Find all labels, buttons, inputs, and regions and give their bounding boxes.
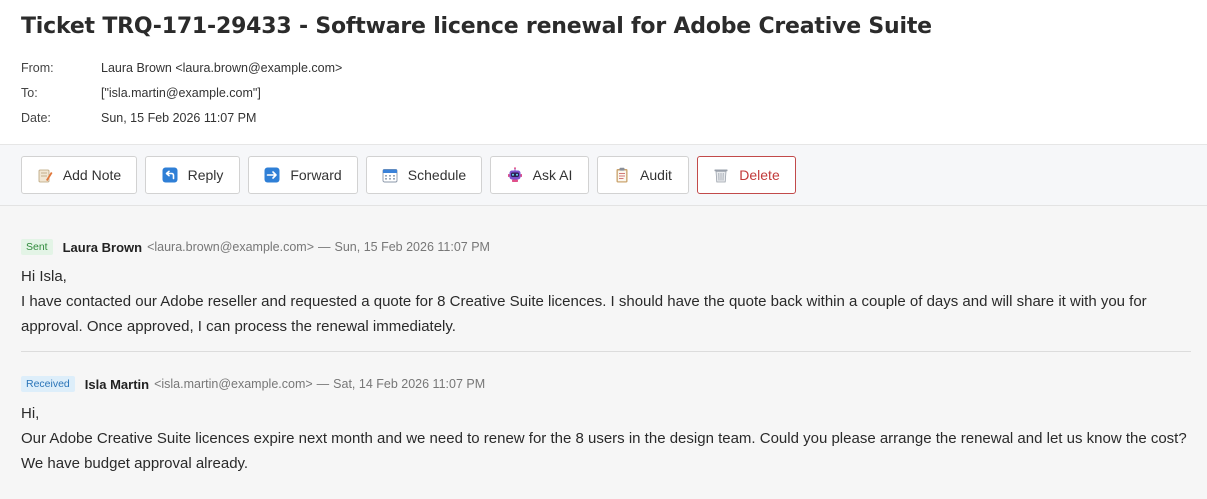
schedule-button[interactable]: Schedule: [366, 156, 482, 194]
message-text: I have contacted our Adobe reseller and …: [21, 293, 1147, 335]
to-label: To:: [21, 85, 38, 100]
from-label: From:: [21, 60, 54, 75]
from-value: Laura Brown <laura.brown@example.com>: [101, 60, 343, 75]
status-badge: Sent: [21, 239, 53, 255]
separator-dash: —: [316, 377, 330, 391]
message-greeting: Hi,: [21, 405, 40, 422]
clipboard-icon: [614, 167, 630, 183]
ticket-header: Ticket TRQ-171-29433 - Software licence …: [0, 0, 1207, 145]
audit-button[interactable]: Audit: [597, 156, 689, 194]
to-value: ["isla.martin@example.com"]: [101, 85, 261, 100]
audit-label: Audit: [640, 167, 672, 183]
note-pencil-icon: [37, 167, 53, 183]
reply-button[interactable]: Reply: [145, 156, 240, 194]
to-row: To: ["isla.martin@example.com"]: [21, 80, 1186, 105]
trash-icon: [713, 167, 729, 183]
sender-email: <isla.martin@example.com>: [154, 377, 313, 391]
schedule-label: Schedule: [407, 167, 467, 183]
ask-ai-label: Ask AI: [532, 167, 573, 183]
message-greeting: Hi Isla,: [21, 268, 67, 285]
delete-label: Delete: [739, 167, 780, 183]
message-date: Sun, 15 Feb 2026 11:07 PM: [334, 240, 490, 254]
reply-arrow-icon: [162, 167, 178, 183]
message-item: Sent Laura Brown <laura.brown@example.co…: [21, 206, 1191, 351]
sender-email: <laura.brown@example.com>: [147, 240, 315, 254]
message-item: Received Isla Martin <isla.martin@exampl…: [21, 351, 1191, 488]
date-value: Sun, 15 Feb 2026 11:07 PM: [101, 110, 257, 125]
date-row: Date: Sun, 15 Feb 2026 11:07 PM: [21, 105, 1186, 130]
separator-dash: —: [318, 240, 331, 254]
calendar-icon: [382, 167, 398, 183]
ticket-meta: From: Laura Brown <laura.brown@example.c…: [21, 55, 1186, 130]
forward-arrow-icon: [264, 167, 280, 183]
message-thread: Sent Laura Brown <laura.brown@example.co…: [0, 206, 1207, 499]
message-date: Sat, 14 Feb 2026 11:07 PM: [333, 377, 486, 391]
sender-name: Isla Martin: [84, 376, 150, 392]
page-title: Ticket TRQ-171-29433 - Software licence …: [21, 14, 932, 39]
forward-button[interactable]: Forward: [248, 156, 358, 194]
ask-ai-button[interactable]: Ask AI: [490, 156, 589, 194]
from-row: From: Laura Brown <laura.brown@example.c…: [21, 55, 1186, 80]
status-badge: Received: [21, 376, 75, 392]
message-header: Sent Laura Brown <laura.brown@example.co…: [21, 237, 1191, 257]
message-body: Hi, Our Adobe Creative Suite licences ex…: [21, 401, 1191, 488]
delete-button[interactable]: Delete: [697, 156, 796, 194]
robot-icon: [507, 167, 523, 183]
sender-name: Laura Brown: [62, 239, 143, 255]
message-header: Received Isla Martin <isla.martin@exampl…: [21, 374, 1191, 394]
action-toolbar: Add Note Reply Forward Schedule Ask AI A…: [0, 145, 1207, 206]
add-note-label: Add Note: [62, 167, 122, 183]
message-text: Our Adobe Creative Suite licences expire…: [21, 430, 1187, 472]
reply-label: Reply: [187, 167, 224, 183]
forward-label: Forward: [290, 167, 342, 183]
add-note-button[interactable]: Add Note: [21, 156, 137, 194]
date-label: Date:: [21, 110, 51, 125]
message-body: Hi Isla, I have contacted our Adobe rese…: [21, 264, 1191, 351]
